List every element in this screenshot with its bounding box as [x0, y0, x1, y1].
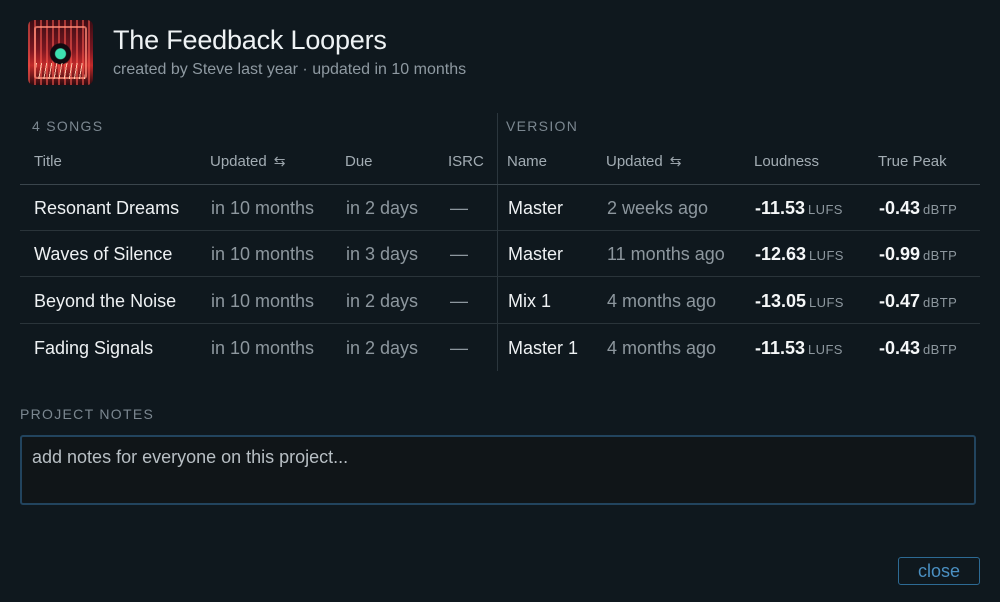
song-updated: in 10 months [211, 338, 315, 358]
row-divider [20, 323, 980, 324]
loudness-value: -12.63 LUFS [755, 231, 844, 279]
project-header: The Feedback Loopers created by Steve la… [28, 20, 466, 86]
table-row[interactable]: Beyond the Noise in 10 months in 2 days … [20, 278, 980, 324]
version-name: Master [508, 198, 564, 218]
song-due: in 3 days [346, 244, 419, 264]
song-title: Resonant Dreams [34, 198, 180, 218]
song-isrc: — [450, 291, 468, 311]
song-updated: in 10 months [211, 244, 315, 264]
loudness-value: -11.53 LUFS [755, 185, 843, 233]
project-notes-label: PROJECT NOTES [20, 406, 155, 422]
true-peak-unit: dBTP [923, 342, 958, 357]
table-row[interactable]: Fading Signals in 10 months in 2 days — … [20, 325, 980, 371]
true-peak-value: -0.47 dBTP [879, 278, 957, 326]
version-name: Mix 1 [508, 291, 552, 311]
version-name: Master [508, 244, 564, 264]
column-header-loudness[interactable]: Loudness [754, 153, 819, 170]
loudness-unit: LUFS [808, 202, 843, 217]
true-peak-value: -0.43 dBTP [879, 185, 957, 233]
loudness-unit: LUFS [808, 342, 843, 357]
song-updated: in 10 months [211, 198, 315, 218]
song-title: Waves of Silence [34, 244, 173, 264]
song-title: Fading Signals [34, 338, 154, 358]
project-notes-input[interactable] [20, 435, 976, 505]
column-header-isrc[interactable]: ISRC [448, 153, 484, 170]
table-row[interactable]: Waves of Silence in 10 months in 3 days … [20, 231, 980, 277]
column-header-version-updated[interactable]: Updated ⇆ [606, 153, 681, 170]
true-peak-number: -0.99 [879, 244, 921, 264]
loudness-value: -11.53 LUFS [755, 325, 843, 373]
song-due: in 2 days [346, 291, 419, 311]
loudness-number: -11.53 [755, 198, 806, 218]
version-updated: 11 months ago [607, 244, 725, 264]
version-updated: 2 weeks ago [607, 198, 709, 218]
song-due: in 2 days [346, 198, 419, 218]
loudness-value: -13.05 LUFS [755, 278, 844, 326]
true-peak-value: -0.99 dBTP [879, 231, 957, 279]
version-updated: 4 months ago [607, 291, 717, 311]
column-header-version-name[interactable]: Name [507, 153, 547, 170]
true-peak-unit: dBTP [923, 202, 958, 217]
row-divider [20, 276, 980, 277]
column-header-updated-label: Updated [210, 153, 267, 170]
song-isrc: — [450, 338, 468, 358]
version-section-label: VERSION [506, 118, 579, 134]
column-header-title[interactable]: Title [34, 153, 62, 170]
true-peak-unit: dBTP [923, 248, 958, 263]
song-title: Beyond the Noise [34, 291, 177, 311]
project-subtitle: created by Steve last year · updated in … [113, 61, 467, 78]
table-row[interactable]: Resonant Dreams in 10 months in 2 days —… [20, 185, 980, 231]
song-isrc: — [450, 198, 468, 218]
project-title: The Feedback Loopers [113, 25, 387, 55]
column-header-due[interactable]: Due [345, 153, 373, 170]
album-artwork [28, 20, 93, 85]
true-peak-number: -0.47 [879, 291, 921, 311]
sort-icon[interactable]: ⇆ [670, 153, 682, 170]
song-updated: in 10 months [211, 291, 315, 311]
column-header-version-updated-label: Updated [606, 153, 663, 170]
column-header-true-peak[interactable]: True Peak [878, 153, 947, 170]
true-peak-number: -0.43 [879, 198, 921, 218]
version-name: Master 1 [508, 338, 579, 358]
loudness-number: -13.05 [755, 291, 807, 311]
column-header-updated[interactable]: Updated ⇆ [210, 153, 285, 170]
loudness-unit: LUFS [809, 248, 844, 263]
songs-count-label: 4 SONGS [32, 118, 104, 134]
loudness-number: -12.63 [755, 244, 807, 264]
close-button[interactable]: close [898, 557, 980, 585]
project-titles: The Feedback Loopers created by Steve la… [113, 20, 466, 79]
true-peak-value: -0.43 dBTP [879, 325, 957, 373]
sort-icon[interactable]: ⇆ [274, 153, 286, 170]
true-peak-number: -0.43 [879, 338, 921, 358]
version-updated: 4 months ago [607, 338, 717, 358]
loudness-number: -11.53 [755, 338, 806, 358]
song-due: in 2 days [346, 338, 419, 358]
true-peak-unit: dBTP [923, 295, 958, 310]
song-isrc: — [450, 244, 468, 264]
loudness-unit: LUFS [809, 295, 844, 310]
